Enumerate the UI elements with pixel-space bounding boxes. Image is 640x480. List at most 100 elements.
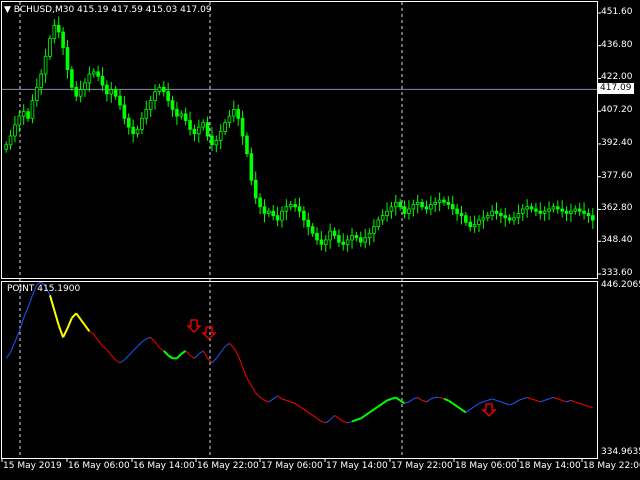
indicator-line-segment [321,420,326,424]
indicator-line-segment [220,346,226,353]
chart-canvas[interactable] [0,0,640,480]
candle-body [516,212,521,219]
candle-body [271,210,276,217]
candle-body [240,117,245,137]
candle-body [253,179,258,199]
price-axis-label: 451.60 [601,7,633,17]
indicator-line-segment [404,401,410,404]
candle-body [358,237,363,243]
time-axis-label: 17 May 22:00 [391,461,453,471]
candle-body [481,217,486,221]
current-price-box: 417.09 [598,83,634,94]
indicator-line-segment [386,397,392,402]
indicator-line-segment [299,405,305,410]
indicator-line-segment [268,398,274,403]
candle-body [74,86,79,97]
candle-body [525,206,529,210]
indicator-line-segment [242,367,248,379]
candle-body [83,82,87,90]
candle-body [332,230,337,236]
candle-body [30,100,35,119]
candle-body [499,212,503,217]
indicator-line-segment [97,340,103,347]
candle-body [175,109,179,117]
candle-body [450,204,455,210]
candle-body [39,73,44,88]
candle-body [398,201,402,208]
symbol-dropdown-icon[interactable]: ▼ [4,5,11,15]
candle-body [179,113,184,117]
candle-body [293,204,297,208]
indicator-line-segment [491,398,497,401]
indicator-header: POINT 415.1900 [7,284,81,294]
indicator-line-segment [478,401,484,404]
signal-down-arrow-icon [481,403,497,417]
indicator-line-segment [194,353,200,359]
candle-body [494,210,499,214]
indicator-line-segment [137,341,143,347]
candle-body [249,153,254,181]
indicator-line-segment [566,399,572,403]
indicator-line-segment [518,398,523,401]
candle-body [468,221,473,228]
indicator-line-segment [277,395,283,400]
indicator-line-segment [62,327,69,338]
trading-chart-window[interactable]: ▼ BCHUSD,M30 415.19 417.59 415.03 417.09… [0,0,640,480]
indicator-line-segment [176,353,183,360]
indicator-line-segment [540,399,545,403]
indicator-line-segment [18,317,25,332]
candle-body [394,201,398,208]
candle-body [477,219,481,225]
indicator-line-segment [347,420,353,424]
candle-body [455,208,459,214]
candle-body [376,219,381,228]
main-chart-frame [1,1,598,279]
indicator-line-segment [128,350,134,356]
indicator-line-segment [343,420,348,424]
candle-body [573,208,578,212]
candle-body [245,135,249,155]
time-axis-label: 16 May 22:00 [197,461,259,471]
symbol-header: ▼ BCHUSD,M30 415.19 417.59 415.03 417.09 [4,5,212,16]
indicator-line-segment [487,398,493,401]
candle-body [267,210,271,214]
indicator-line-segment [132,346,138,352]
indicator-line-segment [460,408,467,414]
candle-body [328,230,332,241]
candle-body [157,86,162,93]
indicator-line-segment [535,399,541,403]
indicator-line-segment [215,352,222,359]
candle-body [8,135,13,146]
indicator-line-segment [264,399,270,403]
candle-body [411,204,416,210]
indicator-line-segment [368,408,375,414]
indicator-line-segment [522,396,528,400]
indicator-line-segment [364,411,371,417]
indicator-line-segment [360,414,366,420]
time-axis-label: 18 May 22:00 [583,461,640,471]
indicator-line-segment [329,415,335,421]
candle-body [389,206,394,212]
indicator-line-segment [526,396,532,400]
indicator-line-segment [575,401,580,404]
candle-body [302,210,306,221]
candle-body [148,100,153,110]
indicator-line-segment [198,350,204,355]
candle-body [367,232,372,239]
candle-body [564,210,569,214]
indicator-line-segment [10,341,16,353]
indicator-line-segment [548,396,554,400]
indicator-line-segment [351,418,357,423]
candle-body [201,122,205,128]
indicator-line-segment [505,402,510,406]
candle-body [118,95,122,106]
indicator-line-segment [391,396,397,400]
candle-body [100,75,105,86]
candle-body [372,226,376,234]
candle-body [21,111,26,117]
indicator-line-segment [106,349,112,356]
candle-body [288,204,293,208]
candle-body [65,47,70,71]
indicator-line-segment [443,397,449,402]
indicator-line-segment [84,324,91,332]
